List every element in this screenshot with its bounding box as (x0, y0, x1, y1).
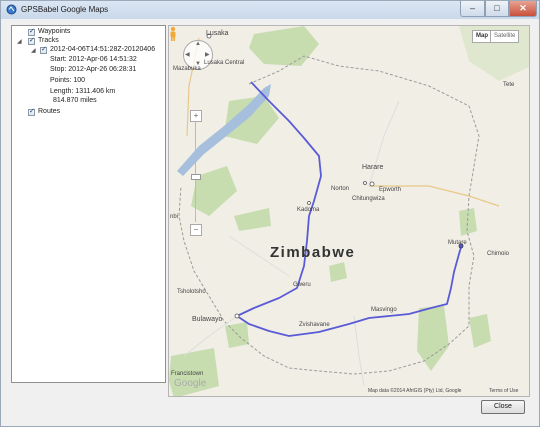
window-title: GPSBabel Google Maps (21, 5, 109, 14)
road (353, 315, 365, 387)
place-nbi: nbi (170, 214, 179, 220)
pan-right-icon[interactable]: ▶ (205, 51, 210, 58)
waypoints-checkbox[interactable] (28, 27, 35, 36)
track-label: 2012-04-06T14:51:28Z-20120406 (50, 46, 156, 53)
place-lusaka: Lusaka (206, 30, 229, 37)
place-masvingo: Masvingo (371, 307, 397, 313)
tracks-checkbox[interactable] (28, 36, 35, 45)
track-expander-icon[interactable]: ◢ (31, 47, 36, 54)
place-mazabuka: Mazabuka (173, 66, 201, 72)
close-button[interactable]: Close (481, 400, 525, 414)
park-area (249, 26, 319, 66)
google-logo[interactable]: Google (174, 378, 206, 389)
app-icon (6, 4, 17, 15)
place-chimoio: Chimoio (487, 251, 510, 257)
track-stop: Stop: 2012-Apr-26 06:28:31 (50, 66, 137, 73)
window-close-button[interactable]: ✕ (509, 1, 537, 17)
map-type-map-button[interactable]: Map (472, 30, 492, 43)
tracks-expander-icon[interactable]: ◢ (17, 38, 22, 45)
place-kadoma: Kadoma (297, 207, 320, 213)
map-canvas (169, 26, 529, 396)
park-area (469, 314, 491, 348)
place-harare: Harare (362, 164, 384, 171)
minimize-button[interactable]: – (460, 1, 485, 17)
tracks-label: Tracks (38, 37, 59, 44)
place-epworth: Epworth (379, 187, 402, 193)
park-area (417, 306, 449, 371)
track-checkbox[interactable] (40, 45, 47, 54)
park-area (459, 208, 477, 236)
zoom-slider-track[interactable] (195, 122, 196, 222)
title-bar: GPSBabel Google Maps – □ ✕ (1, 1, 539, 19)
data-tree-panel: Waypoints ◢ Tracks ◢ 2012-04-06T14:51:28… (11, 25, 166, 383)
google-map[interactable]: Map Satellite ▲ ▼ ◀ ▶ + − Lusaka Lusaka … (168, 25, 530, 397)
map-attribution: Map data ©2014 AfriGIS (Pty) Ltd, Google (368, 388, 462, 394)
track-points: Points: 100 (50, 77, 86, 84)
place-gweru: Gweru (293, 282, 311, 288)
pan-left-icon[interactable]: ◀ (185, 51, 190, 58)
maximize-button[interactable]: □ (485, 1, 509, 17)
place-mutare: Mutare (448, 240, 467, 246)
place-chitungwiza: Chitungwiza (352, 196, 385, 202)
routes-checkbox[interactable] (28, 107, 35, 116)
track-length-miles: 814.870 miles (53, 97, 97, 104)
map-type-satellite-button[interactable]: Satellite (490, 30, 520, 43)
place-lusaka-central: Lusaka Central (204, 60, 245, 66)
place-francistown: Francistown (171, 371, 204, 377)
gpsbabel-map-window: GPSBabel Google Maps – □ ✕ Waypoints ◢ T… (0, 0, 540, 427)
track-start: Start: 2012-Apr-06 14:51:32 (50, 56, 137, 63)
street-view-pegman-icon[interactable] (169, 26, 177, 42)
routes-label: Routes (38, 108, 61, 115)
park-area (234, 208, 271, 231)
place-zvishavane: Zvishavane (299, 322, 330, 328)
place-tete: Tete (503, 82, 515, 88)
country-label: Zimbabwe (270, 244, 356, 261)
park-area (329, 262, 347, 282)
zoom-out-button[interactable]: − (190, 224, 202, 236)
track-length: Length: 1311.406 km (50, 88, 116, 95)
place-bulawayo: Bulawayo (192, 316, 223, 323)
terms-of-use-link[interactable]: Terms of Use (489, 388, 518, 394)
zoom-slider-handle[interactable] (191, 174, 201, 180)
waypoints-label: Waypoints (38, 28, 71, 35)
place-tsholotsho: Tsholotsho (177, 289, 206, 295)
zoom-in-button[interactable]: + (190, 110, 202, 122)
road (368, 100, 400, 187)
zoom-control[interactable]: + − (190, 110, 202, 236)
pan-up-icon[interactable]: ▲ (195, 41, 201, 47)
place-norton: Norton (331, 186, 350, 192)
